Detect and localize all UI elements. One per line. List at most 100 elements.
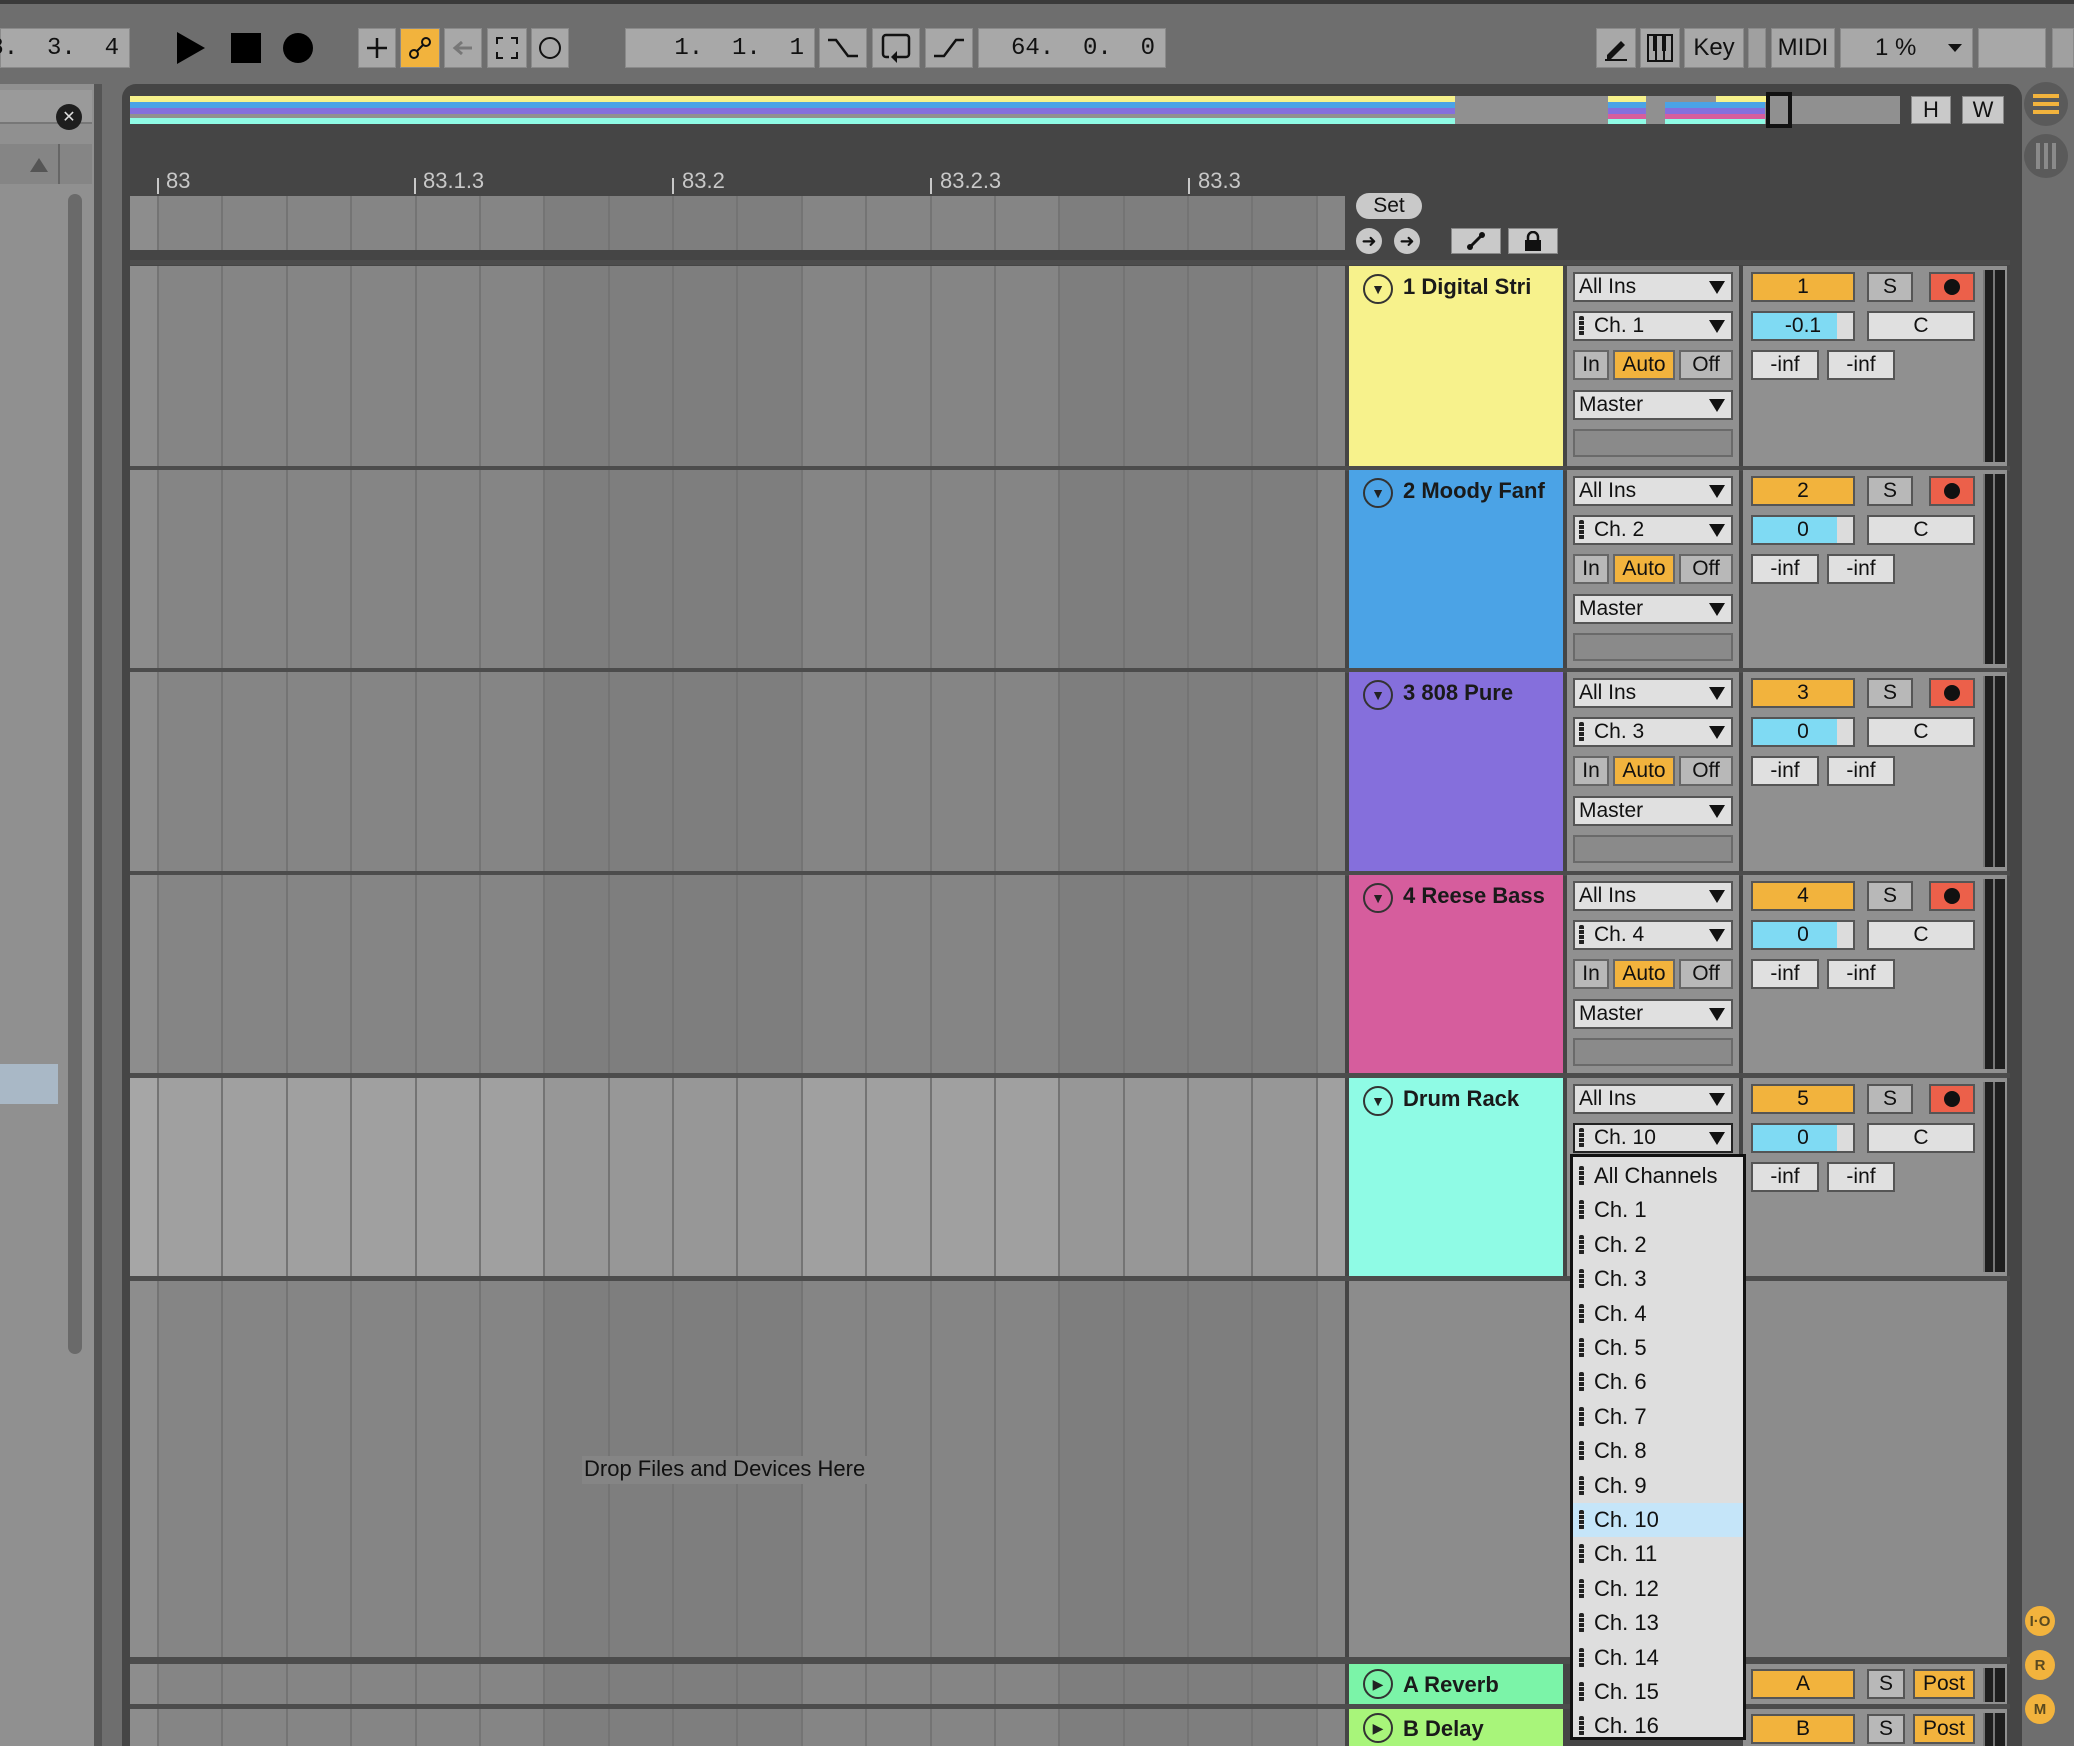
return-track-header-b[interactable]: ▶ B Delay — [1349, 1709, 1563, 1746]
midi-from-dropdown[interactable]: All Ins — [1573, 272, 1733, 302]
solo-button[interactable]: S — [1867, 1714, 1905, 1744]
draw-mode-button[interactable] — [1596, 28, 1636, 68]
volume-slider[interactable]: 0 — [1751, 1123, 1855, 1153]
optimize-width-button[interactable]: W — [1962, 96, 2004, 124]
monitor-in-button[interactable]: In — [1573, 756, 1609, 786]
peak-level-left[interactable]: -inf — [1751, 554, 1819, 584]
mixer-toggle-button[interactable]: M — [2025, 1694, 2055, 1724]
midi-from-dropdown[interactable]: All Ins — [1573, 476, 1733, 506]
next-locator-button[interactable]: ➜ — [1394, 228, 1420, 254]
solo-button[interactable]: S — [1867, 881, 1913, 911]
monitor-auto-button[interactable]: Auto — [1613, 350, 1675, 380]
return-lane-a[interactable] — [130, 1664, 1345, 1704]
midi-channel-dropdown[interactable]: Ch. 10 — [1573, 1123, 1733, 1153]
fold-chevron-icon[interactable]: ▼ — [1363, 883, 1393, 913]
midi-to-dropdown[interactable]: Master — [1573, 390, 1733, 420]
fold-play-icon[interactable]: ▶ — [1363, 1713, 1393, 1743]
menu-item-channel[interactable]: Ch. 5 — [1573, 1331, 1743, 1365]
track-activator-button[interactable]: 4 — [1751, 881, 1855, 911]
monitor-auto-button[interactable]: Auto — [1613, 756, 1675, 786]
arm-button[interactable] — [1929, 476, 1975, 506]
peak-level-left[interactable]: -inf — [1751, 1162, 1819, 1192]
session-view-button[interactable] — [2024, 134, 2068, 178]
previous-locator-button[interactable]: ➜ — [1356, 228, 1382, 254]
midi-from-dropdown[interactable]: All Ins — [1573, 881, 1733, 911]
loop-record-button[interactable] — [531, 28, 569, 68]
browser-selected-item[interactable] — [0, 1064, 58, 1104]
monitor-off-button[interactable]: Off — [1679, 959, 1733, 989]
back-to-arrangement-button[interactable] — [444, 28, 482, 68]
track-lane-3[interactable] — [130, 672, 1345, 871]
solo-button[interactable]: S — [1867, 678, 1913, 708]
sort-ascending-icon[interactable] — [30, 158, 48, 172]
midi-to-dropdown[interactable]: Master — [1573, 594, 1733, 624]
pan-control[interactable]: C — [1867, 717, 1975, 747]
track-header-2[interactable]: ▼ 2 Moody Fanf — [1349, 470, 1563, 668]
menu-item-channel[interactable]: Ch. 4 — [1573, 1297, 1743, 1331]
peak-level-right[interactable]: -inf — [1827, 350, 1895, 380]
midi-channel-dropdown[interactable]: Ch. 4 — [1573, 920, 1733, 950]
automation-arm-button[interactable] — [400, 28, 440, 68]
fold-chevron-icon[interactable]: ▼ — [1363, 680, 1393, 710]
menu-item-channel[interactable]: Ch. 16 — [1573, 1709, 1743, 1743]
peak-level-left[interactable]: -inf — [1751, 756, 1819, 786]
track-header-5[interactable]: ▼ Drum Rack — [1349, 1078, 1563, 1276]
volume-slider[interactable]: 0 — [1751, 920, 1855, 950]
track-lane-2[interactable] — [130, 470, 1345, 668]
menu-item-channel[interactable]: Ch. 9 — [1573, 1469, 1743, 1503]
solo-button[interactable]: S — [1867, 476, 1913, 506]
menu-item-channel[interactable]: Ch. 10 — [1573, 1503, 1743, 1537]
volume-slider[interactable]: -0.1 — [1751, 311, 1855, 341]
solo-button[interactable]: S — [1867, 1669, 1905, 1699]
fold-chevron-icon[interactable]: ▼ — [1363, 1086, 1393, 1116]
close-icon[interactable]: ✕ — [56, 104, 82, 130]
track-activator-button[interactable]: 2 — [1751, 476, 1855, 506]
track-lane-5[interactable] — [130, 1078, 1345, 1276]
pan-control[interactable]: C — [1867, 920, 1975, 950]
arrangement-position-display[interactable]: 8. 3. 4 — [0, 28, 130, 68]
play-button[interactable] — [172, 28, 208, 68]
loop-length-display[interactable]: 64. 0. 0 — [978, 28, 1166, 68]
midi-channel-dropdown[interactable]: Ch. 3 — [1573, 717, 1733, 747]
monitor-in-button[interactable]: In — [1573, 554, 1609, 584]
return-activator-b[interactable]: B — [1751, 1714, 1855, 1744]
midi-to-dropdown[interactable]: Master — [1573, 796, 1733, 826]
return-track-header-a[interactable]: ▶ A Reverb — [1349, 1664, 1563, 1704]
track-header-4[interactable]: ▼ 4 Reese Bass — [1349, 875, 1563, 1073]
punch-in-button[interactable] — [819, 28, 867, 68]
returns-toggle-button[interactable]: R — [2025, 1650, 2055, 1680]
midi-from-dropdown[interactable]: All Ins — [1573, 678, 1733, 708]
browser-scrollbar[interactable] — [68, 194, 82, 1354]
menu-item-channel[interactable]: Ch. 12 — [1573, 1572, 1743, 1606]
peak-level-left[interactable]: -inf — [1751, 959, 1819, 989]
monitor-off-button[interactable]: Off — [1679, 756, 1733, 786]
arm-button[interactable] — [1929, 678, 1975, 708]
menu-item-channel[interactable]: Ch. 11 — [1573, 1537, 1743, 1571]
cpu-meter-dropdown[interactable]: 1 % — [1840, 28, 1973, 68]
scrub-area[interactable] — [130, 196, 1345, 250]
computer-midi-keyboard-button[interactable] — [1640, 28, 1680, 68]
track-activator-button[interactable]: 3 — [1751, 678, 1855, 708]
set-locator-button[interactable]: Set — [1356, 193, 1422, 219]
fold-play-icon[interactable]: ▶ — [1363, 1669, 1393, 1699]
pre-post-toggle[interactable]: Post — [1913, 1669, 1975, 1699]
pan-control[interactable]: C — [1867, 1123, 1975, 1153]
record-button[interactable] — [280, 28, 316, 68]
optimize-height-button[interactable]: H — [1911, 96, 1951, 124]
lock-envelopes-button[interactable] — [1508, 228, 1558, 254]
arm-button[interactable] — [1929, 1084, 1975, 1114]
return-activator-a[interactable]: A — [1751, 1669, 1855, 1699]
pre-post-toggle[interactable]: Post — [1913, 1714, 1975, 1744]
fold-chevron-icon[interactable]: ▼ — [1363, 478, 1393, 508]
track-lane-4[interactable] — [130, 875, 1345, 1073]
output-channel-field[interactable] — [1573, 429, 1733, 457]
track-activator-button[interactable]: 5 — [1751, 1084, 1855, 1114]
monitor-auto-button[interactable]: Auto — [1613, 959, 1675, 989]
menu-item-channel[interactable]: Ch. 3 — [1573, 1262, 1743, 1296]
volume-slider[interactable]: 0 — [1751, 717, 1855, 747]
monitor-off-button[interactable]: Off — [1679, 350, 1733, 380]
arm-button[interactable] — [1929, 881, 1975, 911]
monitor-in-button[interactable]: In — [1573, 959, 1609, 989]
menu-item-channel[interactable]: Ch. 7 — [1573, 1400, 1743, 1434]
menu-item-channel[interactable]: All Channels — [1573, 1159, 1743, 1193]
